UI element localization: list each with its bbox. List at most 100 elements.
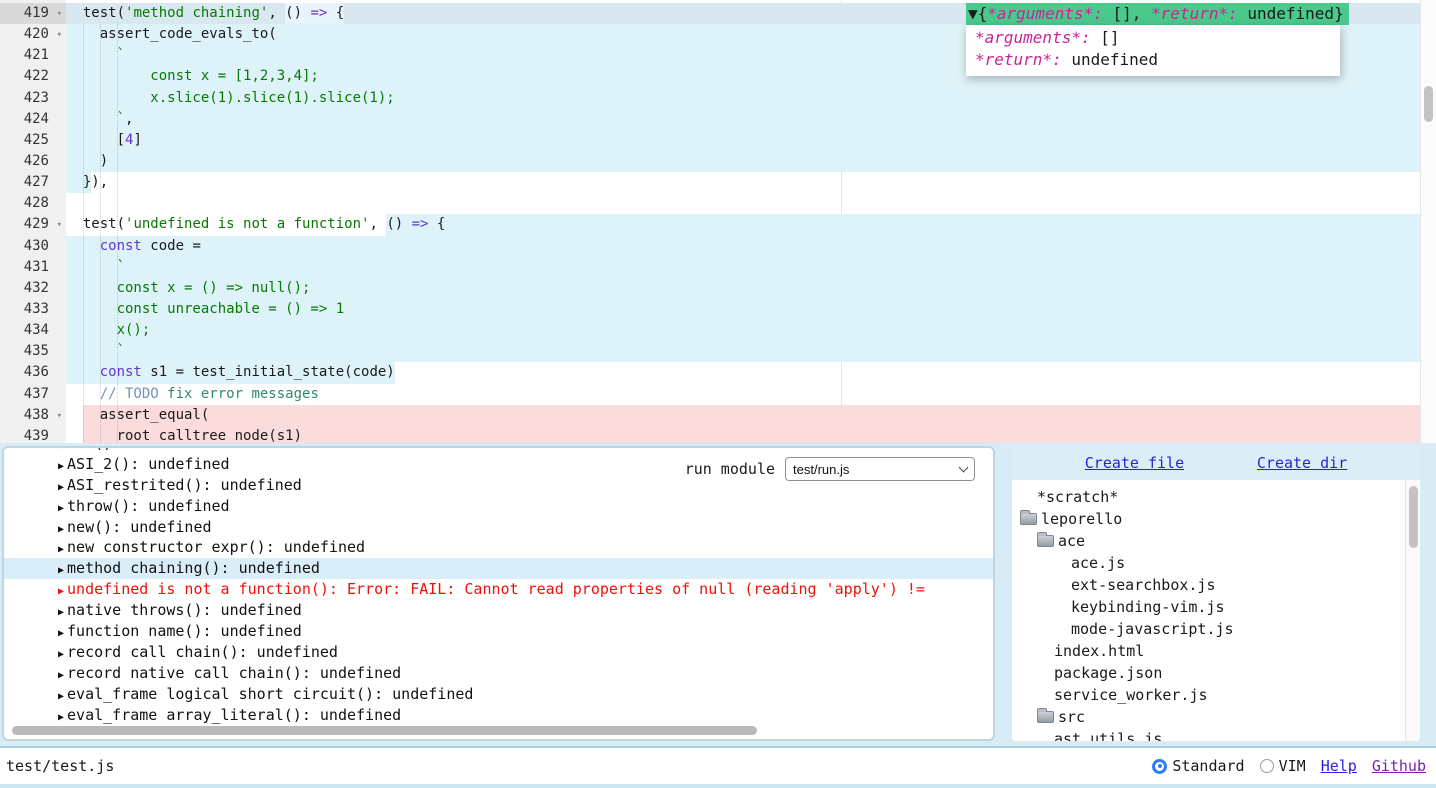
test-results-console: ▶ASI(): undefined▶ASI_2(): undefined▶ASI… — [2, 446, 995, 741]
code-token: *return*: — [1151, 4, 1238, 23]
code-line: ` — [66, 257, 1420, 278]
console-test-item[interactable]: ▶record native call chain(): undefined — [4, 663, 993, 684]
gutter-line-number[interactable]: 420▾ — [0, 24, 66, 45]
console-test-item[interactable]: ▶new constructor expr(): undefined — [4, 537, 993, 558]
console-test-item[interactable]: ▶method chaining(): undefined — [4, 558, 993, 579]
code-token: ▼{ — [968, 4, 987, 23]
tooltip-entry: *arguments*: [] — [975, 27, 1340, 49]
console-test-item[interactable]: ▶eval_frame logical short circuit(): und… — [4, 684, 993, 705]
create-dir-link[interactable]: Create dir — [1257, 454, 1347, 472]
tree-file-item[interactable]: ast_utils.js — [1012, 728, 1420, 741]
gutter-line-number[interactable]: 426 — [0, 151, 66, 172]
expand-arrow-icon: ▶ — [58, 565, 64, 576]
gutter-line-number[interactable]: 424 — [0, 109, 66, 130]
tree-folder-item[interactable]: ace — [1012, 530, 1420, 552]
expand-arrow-icon: ▶ — [58, 712, 64, 723]
gutter-line-number[interactable]: 421 — [0, 45, 66, 66]
indent-guide — [100, 24, 101, 443]
code-line: `, — [66, 109, 1420, 130]
code-token: ] — [133, 130, 141, 151]
fold-arrow-icon[interactable]: ▾ — [57, 406, 62, 427]
tree-file-item[interactable]: ext-searchbox.js — [1012, 574, 1420, 596]
editor-scrollbar[interactable] — [1420, 0, 1436, 443]
radio-icon[interactable] — [1152, 759, 1167, 774]
gutter-line-number[interactable]: 437 — [0, 384, 66, 405]
code-token: // TODO — [100, 384, 159, 405]
gutter-line-number[interactable]: 438▾ — [0, 405, 66, 426]
console-test-item[interactable]: ▶function name(): undefined — [4, 621, 993, 642]
gutter-line-number[interactable]: 428 — [0, 193, 66, 214]
console-test-item[interactable]: ▶eval_frame array_literal(): undefined — [4, 705, 993, 726]
run-module-select[interactable]: test/run.js — [785, 457, 975, 481]
tree-file-item[interactable]: package.json — [1012, 662, 1420, 684]
tree-file-item[interactable]: ace.js — [1012, 552, 1420, 574]
tree-folder-item[interactable]: src — [1012, 706, 1420, 728]
tree-scrollbar-thumb[interactable] — [1409, 486, 1418, 548]
expand-arrow-icon: ▶ — [58, 482, 64, 493]
code-token: => — [412, 214, 429, 235]
console-test-item[interactable]: ▶throw(): undefined — [4, 496, 993, 517]
gutter-line-number[interactable]: 434 — [0, 320, 66, 341]
gutter-line-number[interactable]: 423 — [0, 88, 66, 109]
keybinding-option-standard[interactable]: Standard — [1152, 757, 1244, 775]
code-line: const unreachable = () => 1 — [66, 299, 1420, 320]
gutter-line-number[interactable]: 422 — [0, 66, 66, 87]
github-link[interactable]: Github — [1372, 757, 1426, 775]
gutter-line-number[interactable]: 419▾ — [0, 3, 66, 24]
tree-file-item[interactable]: *scratch* — [1012, 486, 1420, 508]
code-token — [66, 405, 83, 426]
console-test-item[interactable]: ▶new(): undefined — [4, 517, 993, 538]
folder-icon — [1020, 513, 1037, 525]
code-token: s1 = test_initial_state(code) — [142, 362, 395, 383]
editor-scrollbar-thumb[interactable] — [1424, 86, 1433, 122]
tree-item-label: index.html — [1054, 640, 1144, 662]
line-number: 426 — [24, 153, 49, 169]
tree-file-item[interactable]: index.html — [1012, 640, 1420, 662]
gutter-line-number[interactable]: 425 — [0, 130, 66, 151]
file-tree-panel: Create file Create dir *scratch*leporell… — [1012, 446, 1420, 741]
gutter-line-number[interactable]: 429▾ — [0, 214, 66, 235]
code-line: x.slice(1).slice(1).slice(1); — [66, 88, 1420, 109]
keybinding-option-vim[interactable]: VIM — [1260, 757, 1306, 775]
gutter-line-number[interactable]: 432 — [0, 278, 66, 299]
tree-file-item[interactable]: service_worker.js — [1012, 684, 1420, 706]
folder-icon — [1037, 535, 1054, 547]
console-test-item[interactable]: ▶native throws(): undefined — [4, 600, 993, 621]
console-test-item[interactable]: ▶undefined is not a function(): Error: F… — [4, 579, 993, 600]
help-link[interactable]: Help — [1321, 757, 1357, 775]
gutter-line-number[interactable]: 439 — [0, 426, 66, 443]
test-result-text: ASI_restrited(): undefined — [67, 476, 302, 494]
gutter-line-number[interactable]: 431 — [0, 257, 66, 278]
fold-arrow-icon[interactable]: ▾ — [57, 215, 62, 236]
fold-arrow-icon[interactable]: ▾ — [57, 4, 62, 25]
code-token: test( — [66, 3, 125, 24]
console-test-item[interactable]: ▶record call chain(): undefined — [4, 642, 993, 663]
tree-folder-item[interactable]: leporello — [1012, 508, 1420, 530]
code-token: undefined} — [1238, 4, 1344, 23]
line-number: 421 — [24, 47, 49, 63]
gutter-line-number[interactable]: 430 — [0, 236, 66, 257]
editor-gutter[interactable]: 419▾420▾421422423424425426427428429▾4304… — [0, 0, 66, 443]
tree-file-item[interactable]: keybinding-vim.js — [1012, 596, 1420, 618]
fold-arrow-icon[interactable]: ▾ — [57, 25, 62, 46]
line-number: 437 — [24, 386, 49, 402]
console-horizontal-scrollbar[interactable] — [8, 725, 989, 736]
console-scrollbar-thumb[interactable] — [12, 726, 757, 735]
tree-scrollbar[interactable] — [1405, 480, 1420, 741]
code-line: root_calltree_node(s1) — [66, 426, 1420, 443]
radio-icon[interactable] — [1260, 759, 1274, 773]
test-result-text: new constructor expr(): undefined — [67, 538, 365, 556]
gutter-line-number[interactable]: 435 — [0, 341, 66, 362]
code-line: }), — [66, 172, 1420, 193]
console-test-item[interactable]: ▶ASI(): undefined — [4, 446, 993, 454]
code-editor[interactable]: 419▾420▾421422423424425426427428429▾4304… — [0, 0, 1436, 443]
gutter-line-number[interactable]: 427 — [0, 172, 66, 193]
tree-file-item[interactable]: mode-javascript.js — [1012, 618, 1420, 640]
gutter-line-number[interactable]: 436 — [0, 362, 66, 383]
keybinding-label: VIM — [1279, 757, 1306, 775]
gutter-line-number[interactable]: 433 — [0, 299, 66, 320]
tooltip-summary[interactable]: ▼{*arguments*: [], *return*: undefined} — [966, 3, 1349, 25]
create-file-link[interactable]: Create file — [1085, 454, 1184, 472]
line-fill — [66, 193, 1420, 214]
code-token: , — [125, 109, 133, 130]
